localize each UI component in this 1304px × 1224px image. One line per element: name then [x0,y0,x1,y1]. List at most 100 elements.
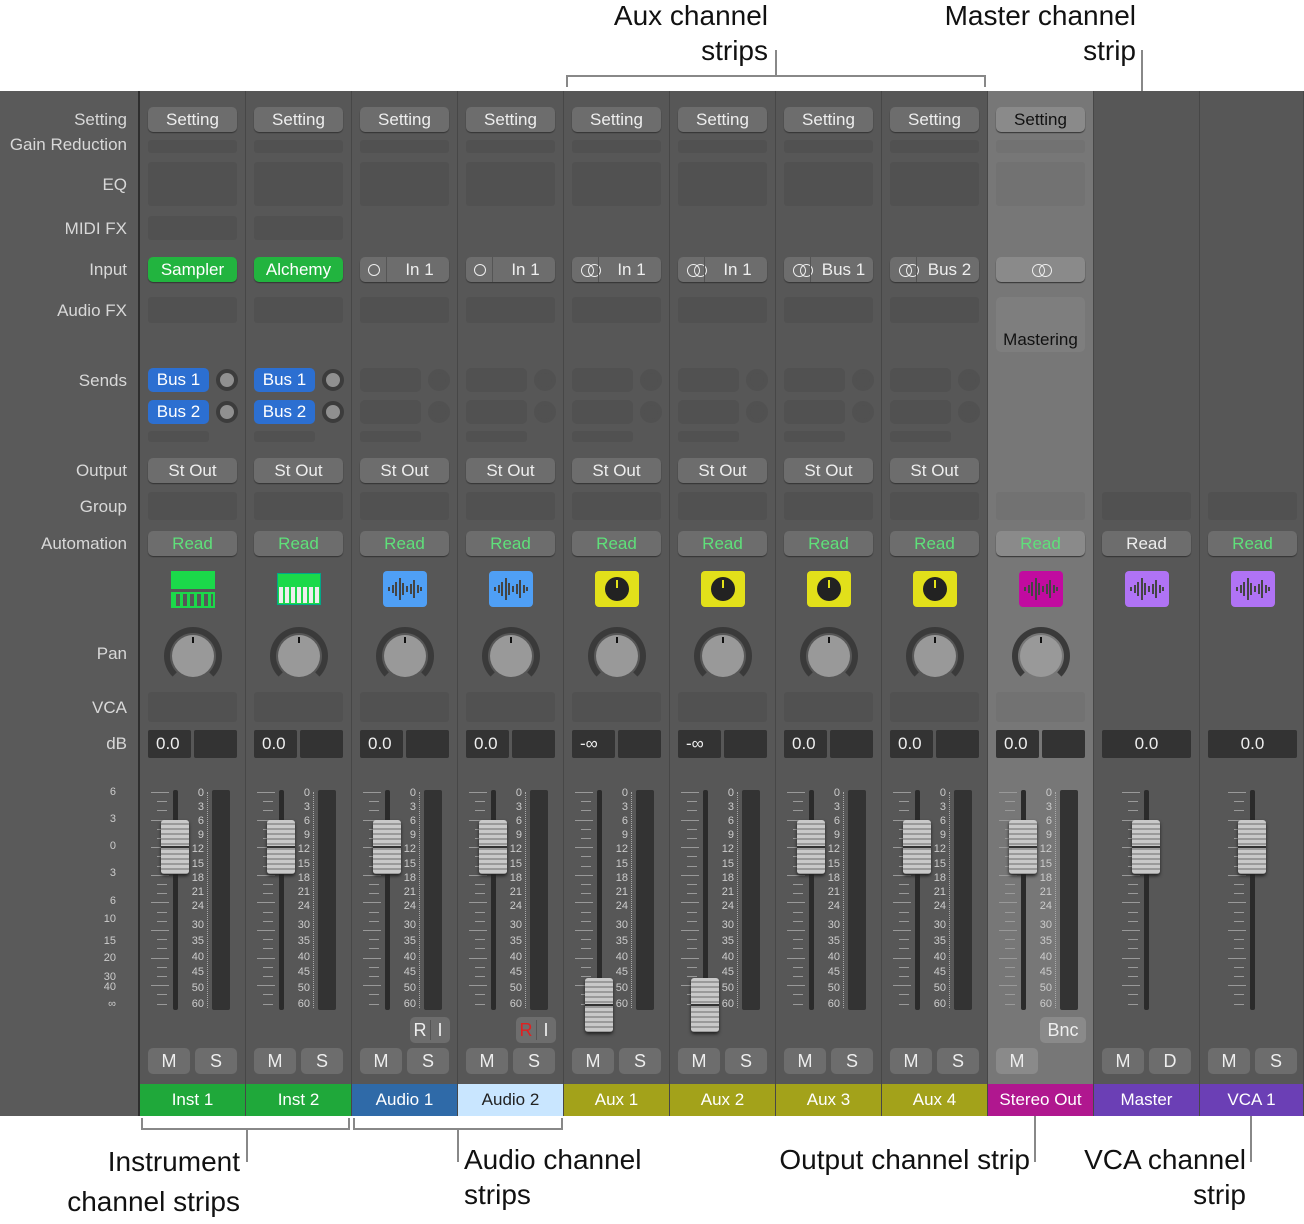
input-monitor-button[interactable]: I [536,1017,556,1043]
send-slot[interactable] [784,368,845,392]
mute-button[interactable]: M [1208,1048,1250,1074]
eq-slot[interactable] [254,162,343,206]
send-slot[interactable]: Bus 1 [254,368,315,392]
pan-knob[interactable] [1012,627,1070,685]
pan-knob[interactable] [482,627,540,685]
send-level-knob[interactable] [958,401,980,423]
solo-button[interactable]: S [937,1048,979,1074]
audio-fx-slot[interactable] [784,297,873,323]
output-slot[interactable]: St Out [890,458,979,483]
solo-button[interactable]: S [619,1048,661,1074]
track-name[interactable]: Aux 3 [776,1084,881,1116]
eq-slot[interactable] [784,162,873,206]
group-slot[interactable] [1102,492,1191,520]
send-slot[interactable] [890,368,951,392]
pan-knob[interactable] [588,627,646,685]
automation-mode-button[interactable]: Read [1102,531,1191,556]
vca-slot[interactable] [254,692,343,722]
output-slot[interactable]: St Out [254,458,343,483]
track-name[interactable]: Inst 2 [246,1084,351,1116]
setting-button[interactable]: Setting [784,107,873,132]
send-level-knob[interactable] [640,401,662,423]
volume-fader-cap[interactable] [479,820,507,874]
eq-slot[interactable] [572,162,661,206]
input-slot[interactable]: Bus 2 [890,257,979,282]
vca-slot[interactable] [572,692,661,722]
send-level-knob[interactable] [216,369,238,391]
volume-readout[interactable]: 0.0 [784,730,827,758]
setting-button[interactable]: Setting [890,107,979,132]
mute-button[interactable]: M [996,1048,1038,1074]
automation-mode-button[interactable]: Read [678,531,767,556]
track-name[interactable]: Inst 1 [140,1084,245,1116]
track-name[interactable]: Aux 1 [564,1084,669,1116]
group-slot[interactable] [784,492,873,520]
solo-button[interactable]: S [831,1048,873,1074]
send-slot-empty[interactable] [890,431,951,442]
send-level-knob[interactable] [534,401,556,423]
track-name[interactable]: Master [1094,1084,1199,1116]
eq-slot[interactable] [148,162,237,206]
eq-slot[interactable] [996,162,1085,206]
pan-knob[interactable] [906,627,964,685]
audio-fx-slot[interactable] [466,297,555,323]
mute-button[interactable]: M [148,1048,190,1074]
automation-mode-button[interactable]: Read [1208,531,1297,556]
solo-button[interactable]: S [725,1048,767,1074]
volume-fader-cap[interactable] [903,820,931,874]
mute-button[interactable]: M [784,1048,826,1074]
audio-fx-slot[interactable] [890,297,979,323]
vca-slot[interactable] [996,692,1085,722]
setting-button[interactable]: Setting [466,107,555,132]
input-slot[interactable] [996,257,1085,282]
mute-button[interactable]: M [890,1048,932,1074]
group-slot[interactable] [466,492,555,520]
pan-knob[interactable] [694,627,752,685]
volume-fader-cap[interactable] [585,978,613,1032]
send-level-knob[interactable] [958,369,980,391]
output-slot[interactable]: St Out [572,458,661,483]
group-slot[interactable] [572,492,661,520]
send-slot[interactable]: Bus 1 [148,368,209,392]
send-slot[interactable] [890,400,951,424]
input-monitor-button[interactable]: I [430,1017,450,1043]
volume-fader-cap[interactable] [373,820,401,874]
volume-readout[interactable]: 0.0 [148,730,191,758]
automation-mode-button[interactable]: Read [996,531,1085,556]
send-level-knob[interactable] [428,401,450,423]
send-slot-empty[interactable] [148,431,209,442]
output-slot[interactable]: St Out [148,458,237,483]
audio-fx-slot[interactable] [360,297,449,323]
vca-slot[interactable] [678,692,767,722]
send-slot[interactable] [572,368,633,392]
pan-knob[interactable] [270,627,328,685]
volume-fader-cap[interactable] [267,820,295,874]
group-slot[interactable] [360,492,449,520]
setting-button[interactable]: Setting [678,107,767,132]
output-slot[interactable]: St Out [466,458,555,483]
bounce-button[interactable]: Bnc [1040,1017,1086,1043]
input-slot[interactable]: In 1 [678,257,767,282]
send-slot-empty[interactable] [572,431,633,442]
group-slot[interactable] [678,492,767,520]
automation-mode-button[interactable]: Read [890,531,979,556]
send-level-knob[interactable] [746,369,768,391]
send-level-knob[interactable] [640,369,662,391]
automation-mode-button[interactable]: Read [254,531,343,556]
audio-fx-slot[interactable] [572,297,661,323]
send-level-knob[interactable] [322,401,344,423]
setting-button[interactable]: Setting [572,107,661,132]
setting-button[interactable]: Setting [148,107,237,132]
group-slot[interactable] [148,492,237,520]
mute-button[interactable]: M [360,1048,402,1074]
send-slot-empty[interactable] [466,431,527,442]
input-slot[interactable]: In 1 [466,257,555,282]
input-slot[interactable]: Sampler [148,257,237,282]
track-name[interactable]: Aux 4 [882,1084,987,1116]
eq-slot[interactable] [678,162,767,206]
send-level-knob[interactable] [322,369,344,391]
solo-button[interactable]: S [195,1048,237,1074]
group-slot[interactable] [1208,492,1297,520]
volume-fader-cap[interactable] [1238,820,1266,874]
audio-fx-slot[interactable] [678,297,767,323]
